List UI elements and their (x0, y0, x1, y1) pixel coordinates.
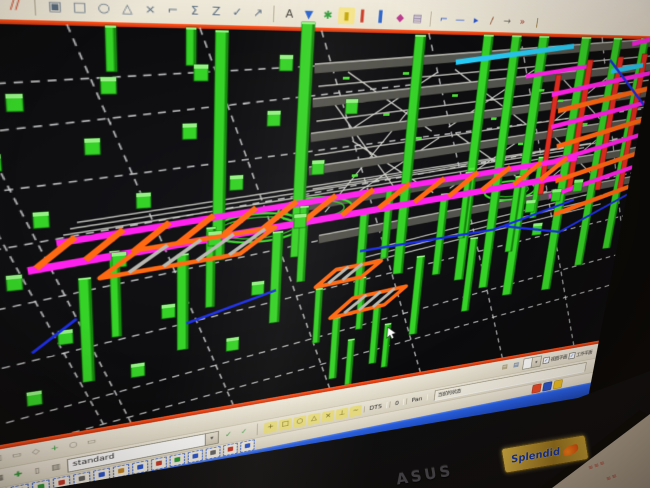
view-plane-label: 视图平面 (550, 353, 567, 362)
toolbar-icon[interactable]: △ (307, 412, 320, 425)
selection-switch-icon[interactable] (32, 479, 50, 488)
flame-icon (562, 443, 580, 456)
toolbar-icon[interactable]: ▦ (0, 471, 8, 486)
toolbar-icon[interactable]: ✚ (9, 467, 27, 482)
toolbar-icon[interactable]: ✓ (222, 428, 236, 442)
toolbar-icon[interactable]: ▭ (83, 435, 99, 450)
chevron-down-icon: ▾ (205, 431, 218, 445)
toolbar-icon[interactable]: ▯ (28, 464, 45, 479)
view-plane-checkbox[interactable]: ✓ 视图平面 (543, 353, 568, 364)
toolbar-icon[interactable]: ○ (293, 415, 306, 428)
toolbar-separator (257, 424, 258, 436)
selection-switch-icon[interactable] (11, 483, 30, 488)
toolbar-icon[interactable]: ▤ (499, 362, 511, 374)
work-plane-checkbox[interactable]: ✓ 工作平面 (568, 349, 592, 359)
monitor-photo: ◉◎// ▣□○△×⌐ΣZ✓↗ A▼✱▮▍▍◆▤ ⌐—▸/→»| □▭◇+○▭ … (0, 0, 650, 488)
checkmark-icon: ✓ (568, 352, 575, 359)
toolbar-icon[interactable]: ▭ (8, 448, 26, 463)
status-phase: 0 (389, 398, 404, 407)
splendid-label: Splendid (510, 446, 561, 465)
toolbar-icon[interactable]: ✓ (237, 425, 251, 439)
toolbar-icon[interactable]: ⊥ (336, 407, 349, 420)
toolbar-icon[interactable]: □ (0, 452, 6, 467)
toolbar-icon[interactable]: ~ (349, 404, 362, 417)
toolbar-icon[interactable]: ▥ (47, 460, 64, 475)
status-pan: Pan (406, 394, 428, 404)
toolbar-icon[interactable]: × (322, 410, 335, 423)
toolbar-icon[interactable]: + (264, 420, 278, 433)
toolbar-icon[interactable]: ○ (65, 438, 82, 453)
status-message: 当前的状态 (437, 387, 461, 398)
toolbar-icon[interactable]: ▤ (510, 360, 521, 372)
toolbar-icon[interactable]: ◇ (27, 445, 45, 460)
checkmark-icon: ✓ (543, 356, 550, 364)
toolbar-icon[interactable]: □ (279, 418, 292, 431)
chevron-down-icon: ▾ (531, 356, 542, 367)
status-dts: DTS (364, 402, 388, 413)
toolbar-icon[interactable]: + (46, 442, 63, 457)
work-plane-label: 工作平面 (576, 349, 593, 358)
